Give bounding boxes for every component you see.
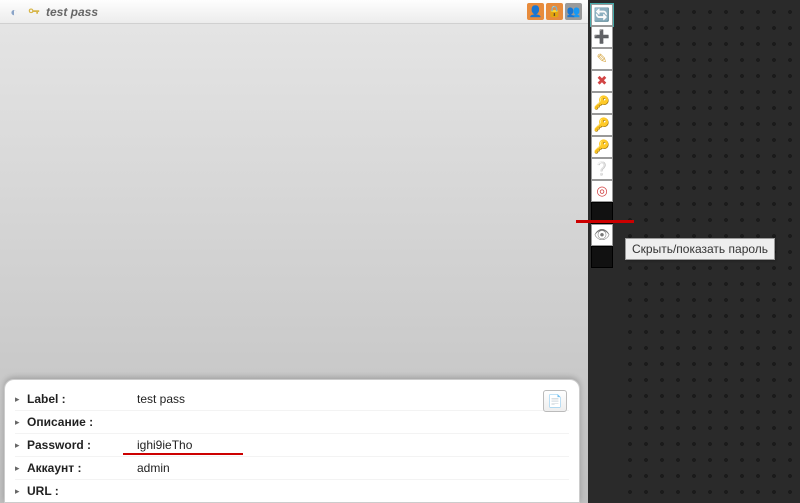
detail-row-url: ▸ URL :: [15, 480, 569, 502]
eye-icon: 👁: [594, 227, 611, 243]
field-label: Label :: [27, 392, 137, 406]
field-label: Password :: [27, 438, 137, 452]
annotation-underline: [123, 453, 243, 455]
x-icon: ✖: [597, 73, 608, 89]
target-button[interactable]: ◎: [591, 180, 613, 202]
detail-row-account: ▸ Аккаунт : admin: [15, 457, 569, 480]
detail-row-description: ▸ Описание :: [15, 411, 569, 434]
app-root: ◐ test pass 👤 🔒 👥 📄 ▸ Label : test pass …: [0, 0, 800, 503]
field-label: URL :: [27, 484, 137, 498]
key-icon: 🔑: [594, 117, 610, 133]
delete-button[interactable]: ✖: [591, 70, 613, 92]
entry-title: test pass: [46, 5, 98, 19]
question-icon: ❔: [594, 161, 610, 177]
chevron-icon: ▸: [15, 440, 25, 451]
copy-button[interactable]: 📄: [543, 390, 567, 412]
target-icon: ◎: [596, 183, 607, 199]
clipboard-icon: 📄: [548, 394, 563, 408]
remove-key-button[interactable]: 🔑: [591, 136, 613, 158]
toggle-password-button[interactable]: 👁: [591, 224, 613, 246]
key-icon: [26, 4, 42, 20]
field-value: test pass: [137, 392, 569, 406]
nav-icon[interactable]: ◐: [6, 4, 22, 20]
detail-row-label: ▸ Label : test pass: [15, 388, 569, 411]
tooltip: Скрыть/показать пароль: [625, 238, 775, 260]
chevron-icon: ▸: [15, 463, 25, 474]
key-minus-icon: 🔑: [594, 139, 610, 155]
lock-badge[interactable]: 🔒: [546, 3, 563, 20]
refresh-button[interactable]: 🔄: [591, 4, 613, 26]
details-panel: 📄 ▸ Label : test pass ▸ Описание : ▸ Pas…: [4, 379, 580, 503]
main-area: ◐ test pass 👤 🔒 👥 📄 ▸ Label : test pass …: [0, 0, 588, 503]
chevron-icon: ▸: [15, 486, 25, 497]
field-value: ighi9ieTho: [137, 438, 569, 452]
add-key-button[interactable]: 🔑: [591, 92, 613, 114]
chevron-icon: ▸: [15, 417, 25, 428]
key-button[interactable]: 🔑: [591, 114, 613, 136]
detail-row-password: ▸ Password : ighi9ieTho: [15, 434, 569, 457]
pencil-icon: ✎: [597, 51, 608, 67]
dark-slot-2[interactable]: [591, 246, 613, 268]
annotation-marker: [576, 220, 634, 223]
refresh-icon: 🔄: [594, 7, 610, 23]
side-toolbar: 🔄 ➕ ✎ ✖ 🔑 🔑 🔑 ❔ ◎ 👁: [591, 4, 616, 268]
people-badge[interactable]: 👥: [565, 3, 582, 20]
edit-button[interactable]: ✎: [591, 48, 613, 70]
help-button[interactable]: ❔: [591, 158, 613, 180]
key-plus-icon: 🔑: [594, 95, 610, 111]
add-button[interactable]: ➕: [591, 26, 613, 48]
top-bar: ◐ test pass 👤 🔒 👥: [0, 0, 588, 24]
field-value: admin: [137, 461, 569, 475]
chevron-icon: ▸: [15, 394, 25, 405]
person-badge[interactable]: 👤: [527, 3, 544, 20]
field-label: Описание :: [27, 415, 137, 429]
field-label: Аккаунт :: [27, 461, 137, 475]
plus-icon: ➕: [594, 29, 610, 45]
